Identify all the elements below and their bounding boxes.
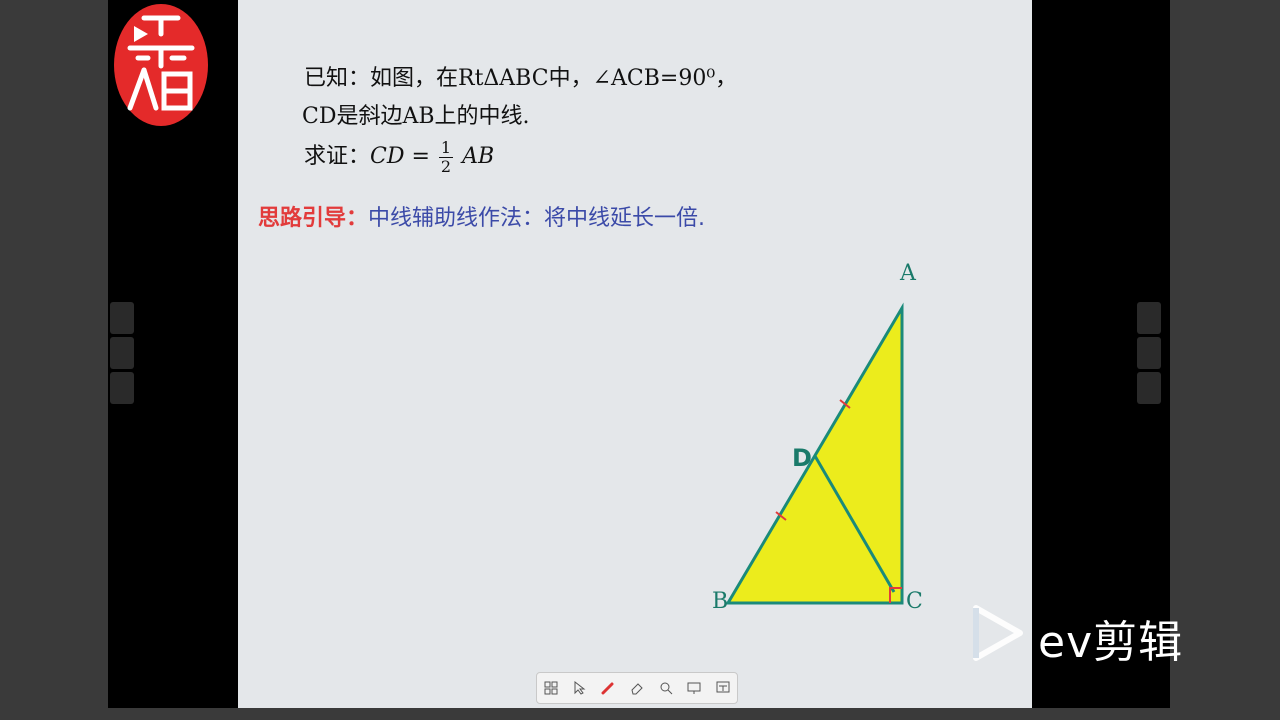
pen-icon[interactable] <box>597 677 619 699</box>
right-side-button-2[interactable] <box>1137 337 1161 369</box>
left-side-button-3[interactable] <box>110 372 134 404</box>
watermark-text: ev剪辑 <box>1038 617 1184 668</box>
pointer-icon[interactable] <box>569 677 591 699</box>
channel-logo <box>114 4 208 126</box>
blackboard-icon[interactable] <box>712 677 734 699</box>
triangle-figure: A B C D <box>712 261 923 614</box>
label-b: B <box>712 589 728 614</box>
play-logo-icon <box>973 605 1023 661</box>
right-side-button-1[interactable] <box>1137 302 1161 334</box>
label-d: D <box>792 444 812 472</box>
right-side-button-3[interactable] <box>1137 372 1161 404</box>
label-a: A <box>899 261 917 286</box>
ev-editor-watermark: ev剪辑 <box>968 602 1218 668</box>
label-c: C <box>906 589 923 614</box>
annotation-toolbar <box>536 672 738 704</box>
left-side-button-1[interactable] <box>110 302 134 334</box>
board-icon[interactable] <box>683 677 705 699</box>
logo-glyph-icon <box>127 15 195 111</box>
magnifier-icon[interactable] <box>655 677 677 699</box>
eraser-icon[interactable] <box>626 677 648 699</box>
grid-icon[interactable] <box>540 677 562 699</box>
lesson-slide: 已知：如图，在RtΔABC中，∠ACB=90⁰， CD是斜边AB上的中线. 求证… <box>238 0 1032 708</box>
left-side-button-2[interactable] <box>110 337 134 369</box>
